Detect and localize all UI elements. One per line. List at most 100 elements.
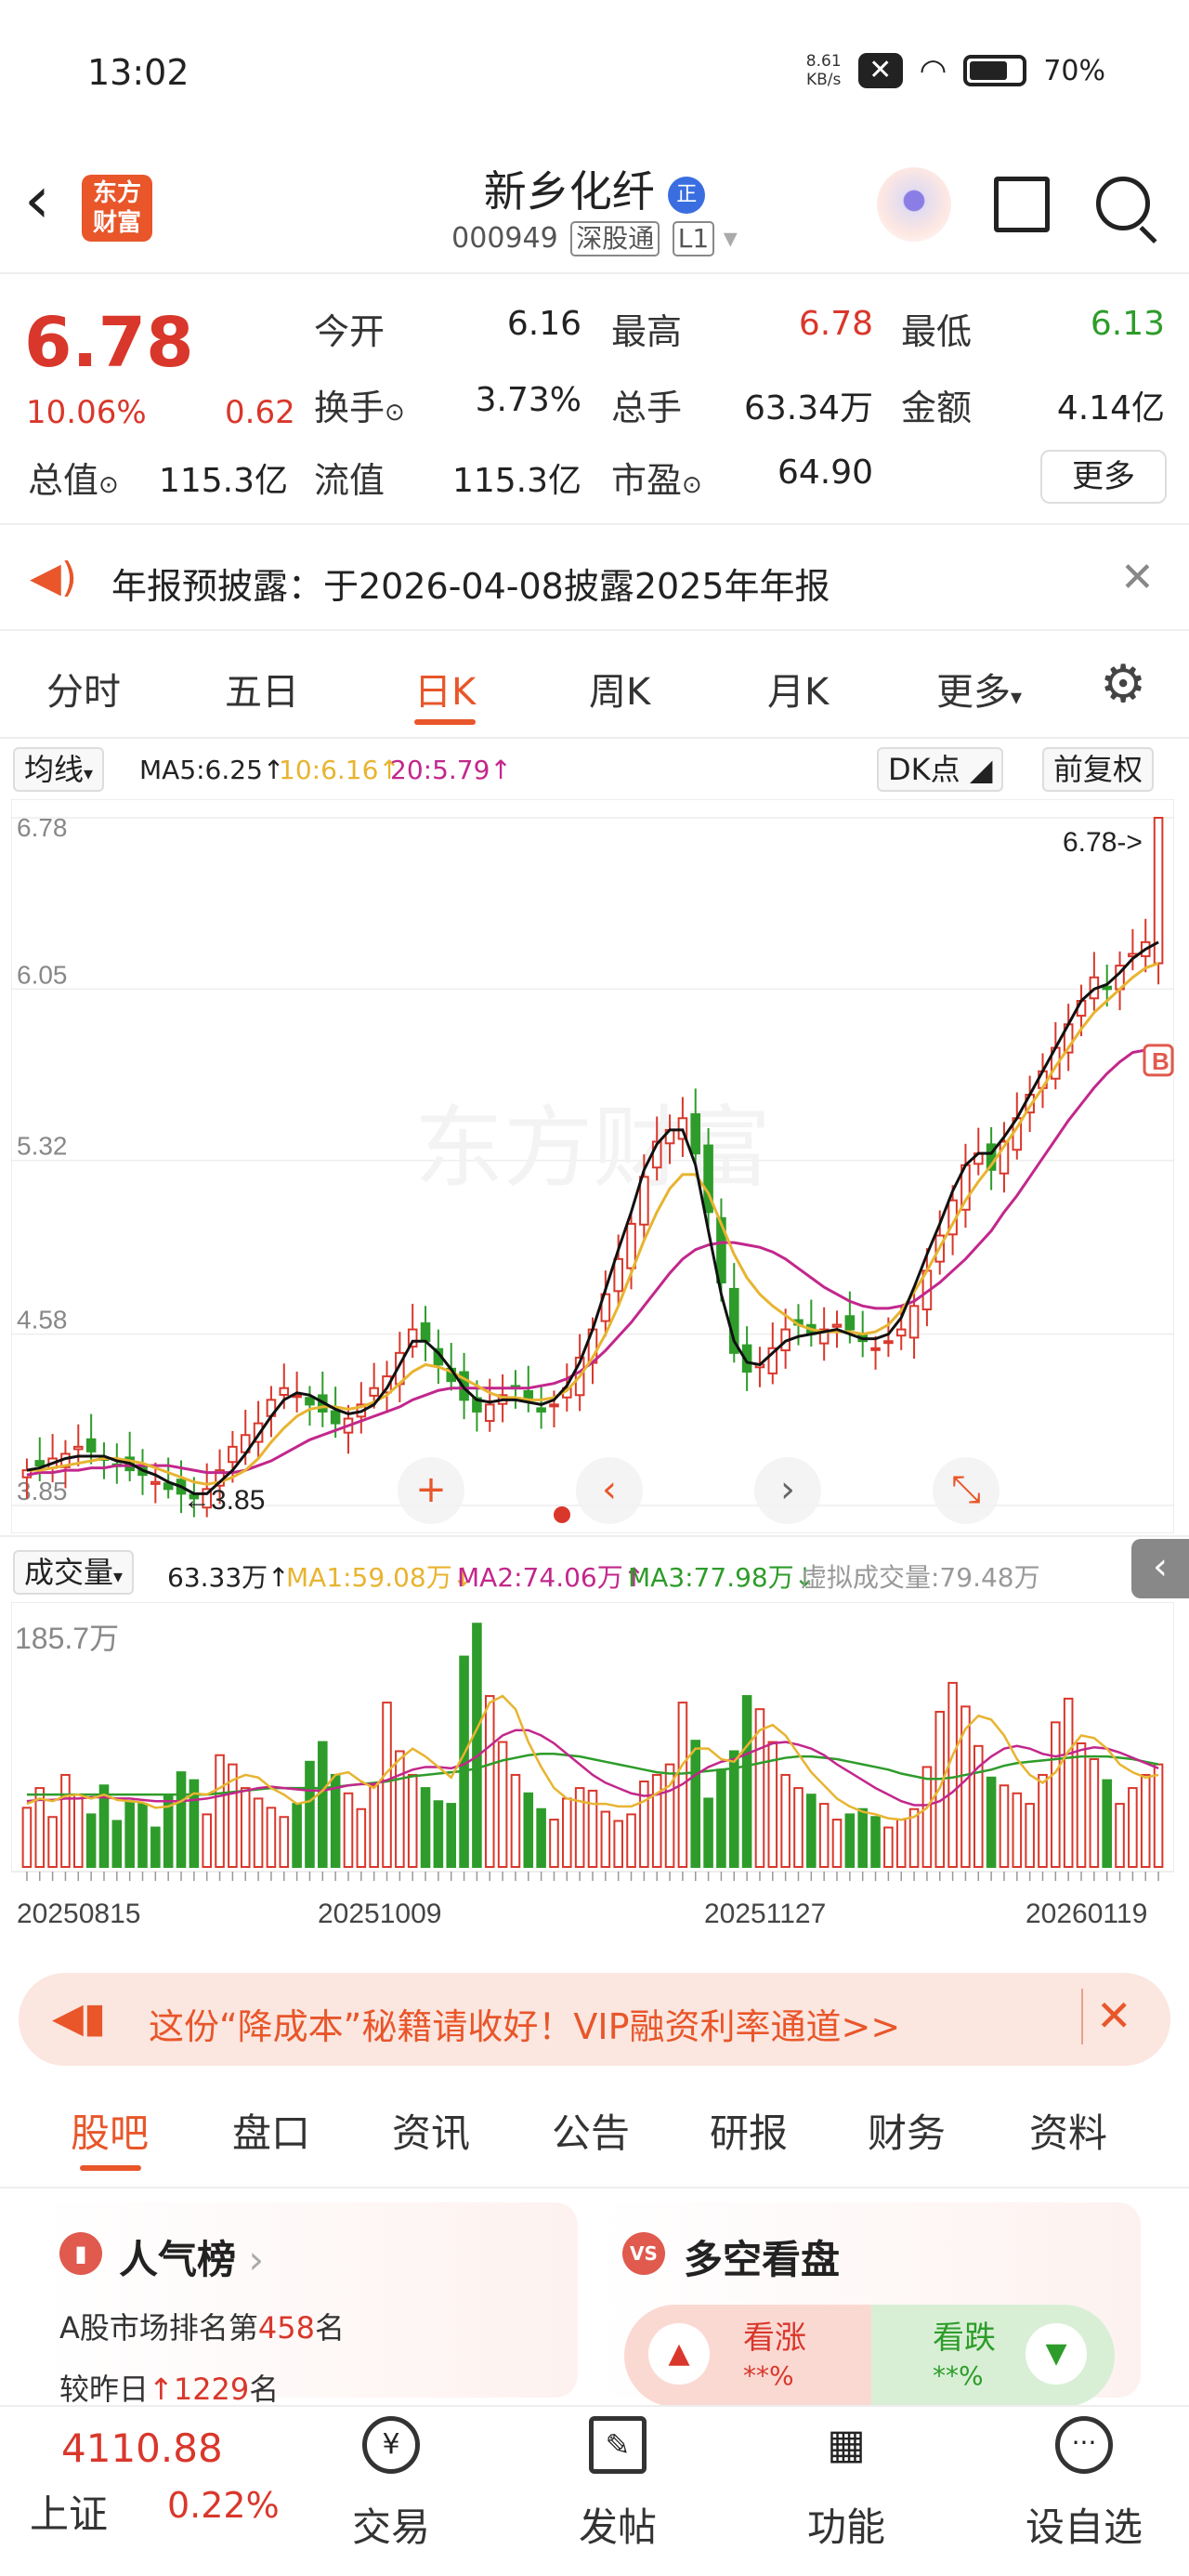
x-tick-label: 20251009 [318, 1899, 441, 1929]
bull-label: 看涨 [743, 2320, 806, 2357]
volume-bar-up [240, 1787, 251, 1869]
y-tick-label: 6.78 [17, 813, 68, 842]
volume-bar-down [870, 1816, 881, 1868]
tab-news[interactable]: 资讯 [392, 2102, 470, 2159]
volume-bar-down [176, 1771, 187, 1868]
tab-intraday[interactable]: 分时 [46, 662, 121, 716]
nav-trade[interactable]: ¥ 交易 [331, 2416, 451, 2553]
settings-gear-icon[interactable]: ⚙ [1100, 654, 1146, 715]
tab-finance[interactable]: 财务 [868, 2102, 946, 2159]
tab-five-day[interactable]: 五日 [225, 662, 299, 716]
tab-weekly-k[interactable]: 周K [589, 662, 650, 716]
volume-bar-up [1063, 1697, 1074, 1868]
pe-label[interactable]: 市盈⊙ [611, 452, 702, 503]
index-value[interactable]: 4110.88 [61, 2425, 223, 2471]
float-label: 流值 [314, 460, 385, 501]
volume-bar-down [690, 1740, 701, 1868]
volume-bar-down [137, 1803, 148, 1868]
volume-bar-up [215, 1754, 225, 1869]
banner-divider [1081, 1989, 1083, 2044]
candle-up [883, 1340, 894, 1345]
volume-bar-up [510, 1773, 521, 1868]
index-name[interactable]: 上证 [30, 2483, 108, 2540]
volume-bar-up [780, 1773, 790, 1868]
notice-text: 年报预披露：于2026-04-08披露2025年年报 [111, 566, 830, 607]
tab-daily-k[interactable]: 日K [414, 662, 476, 716]
y-tick-label: 6.05 [17, 960, 68, 989]
stock-code: 000949 [451, 222, 558, 255]
notification-icon: ✕ [857, 53, 903, 88]
more-dots-icon: ··· [1055, 2416, 1113, 2474]
tab-more[interactable]: 更多▾ [936, 662, 1022, 716]
volume-bar-up [831, 1819, 843, 1868]
bull-value: **% [743, 2360, 794, 2391]
status-right: 8.61 KB/s ✕ ◠ 70% [806, 52, 1105, 89]
collapse-panel-icon[interactable]: ‹ [1131, 1539, 1189, 1598]
megaphone-icon: ◀▮ [52, 1994, 107, 2042]
volume-bar-down [111, 1820, 123, 1869]
volume-bar-up [202, 1813, 213, 1868]
volume-bar-down [124, 1800, 135, 1868]
assistant-avatar[interactable] [877, 167, 951, 242]
nav-watchlist[interactable]: ··· 设自选 [1014, 2416, 1154, 2553]
tab-profile[interactable]: 资料 [1029, 2102, 1107, 2159]
bear-label: 看跌 [933, 2320, 996, 2357]
enterprise-badge: 正 [668, 176, 706, 214]
adjust-selector[interactable]: 前复权 [1042, 747, 1155, 792]
ma5-line [26, 940, 1159, 1495]
vote-down-icon[interactable]: ▼ [1026, 2323, 1087, 2385]
volume-bar-down [472, 1623, 482, 1868]
volume-max-label: 185.7万 [15, 1622, 119, 1655]
nav-features[interactable]: ▦ 功能 [786, 2416, 907, 2553]
volume-bar-up [549, 1819, 559, 1868]
vote-up-icon[interactable]: ▲ [648, 2323, 710, 2385]
tab-announcements[interactable]: 公告 [552, 2102, 630, 2159]
x-tick-label: 20251127 [704, 1899, 826, 1929]
volume-bar-up [1025, 1803, 1035, 1868]
volume-bar-down [986, 1776, 997, 1868]
turnover-label[interactable]: 换手⊙ [314, 379, 405, 430]
net-speed: 8.61 KB/s [805, 52, 842, 89]
tab-orderbook[interactable]: 盘口 [232, 2102, 310, 2159]
volume-bar-up [895, 1819, 907, 1868]
tab-research[interactable]: 研报 [710, 2102, 788, 2159]
buy-marker-label: B [1152, 1047, 1169, 1075]
float-value: 115.3亿 [451, 462, 581, 500]
search-icon[interactable] [1096, 177, 1150, 230]
more-button[interactable]: 更多 [1040, 450, 1167, 504]
volume-value: 63.34万 [743, 389, 873, 427]
volume-bar-down [150, 1826, 161, 1869]
volume-bar-down [703, 1797, 713, 1868]
candle-up [549, 1403, 559, 1408]
volume-bar-down [1102, 1779, 1112, 1868]
high-label: 最高 [611, 311, 683, 352]
index-change[interactable]: 0.22% [167, 2485, 280, 2526]
volume-label: 总手 [611, 388, 683, 428]
ma10-value: 10:6.16↑ [279, 755, 400, 785]
promo-text: 这份“降成本”秘籍请收好！VIP融资利率通道>> [149, 2006, 901, 2047]
info-icon: ⊙ [385, 399, 405, 427]
volume-bar-up [60, 1773, 71, 1868]
bull-bear-title: 多空看盘 [684, 2237, 841, 2282]
nav-post[interactable]: ✎ 发帖 [557, 2416, 678, 2553]
change-percent: 10.06% [26, 394, 147, 431]
close-banner-icon[interactable]: ✕ [1096, 1991, 1132, 2041]
volume-selector[interactable]: 成交量▾ [13, 1550, 135, 1595]
dk-point-selector[interactable]: DK点 ◢ [877, 747, 1004, 792]
vol-ma3: MA3:77.98万↓ [628, 1562, 817, 1593]
popularity-title: 人气榜 › [119, 2237, 265, 2282]
share-icon[interactable] [994, 177, 1050, 232]
volume-bar-up [1076, 1741, 1087, 1868]
vs-icon: VS [622, 2232, 665, 2275]
tab-monthly-k[interactable]: 月K [767, 662, 829, 716]
candle-up [73, 1445, 84, 1451]
mcap-label[interactable]: 总值⊙ [28, 452, 119, 503]
close-icon[interactable]: ✕ [1120, 554, 1155, 601]
ma-selector[interactable]: 均线▾ [13, 747, 105, 792]
candle-down [844, 1315, 856, 1331]
volume-chart[interactable]: 185.7万 20250815 20251009 20251127 20260119 [11, 1602, 1174, 1937]
volume-bar-down [536, 1807, 546, 1869]
tab-forum[interactable]: 股吧 [71, 2102, 149, 2159]
candle-up [626, 1222, 636, 1269]
kline-chart[interactable]: 6.78 6.05 5.32 4.58 3.85 东方财富 6.78-> ←3.85 B + ‹ › ⤡ [11, 799, 1174, 1533]
